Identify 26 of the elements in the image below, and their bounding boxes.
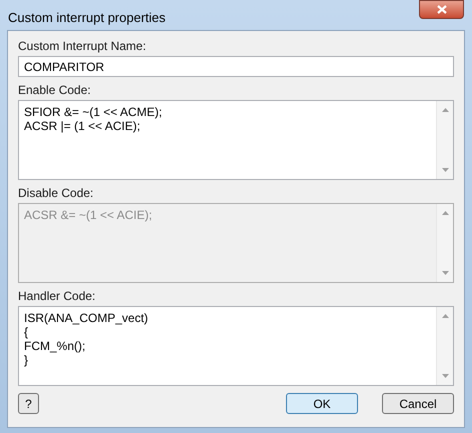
scroll-up-icon[interactable]: [442, 314, 448, 318]
code-line: FCM_%n();: [24, 339, 86, 353]
code-line: {: [24, 325, 28, 339]
field-label: Handler Code:: [18, 289, 96, 303]
code-line: SFIOR &= ~(1 << ACME);: [24, 105, 162, 119]
field-label: Disable Code:: [18, 186, 94, 200]
help-button[interactable]: ?: [18, 393, 39, 414]
code-line: ACSR &= ~(1 << ACIE);: [24, 208, 152, 222]
field-label: Custom Interrupt Name:: [18, 39, 148, 53]
field-label: Enable Code:: [18, 83, 92, 97]
scroll-down-icon[interactable]: [442, 374, 448, 378]
code-textarea[interactable]: SFIOR &= ~(1 << ACME); ACSR |= (1 << ACIE);: [18, 100, 454, 180]
code-line: ISR(ANA_COMP_vect): [24, 311, 148, 325]
code-line: ACSR |= (1 << ACIE);: [24, 119, 140, 133]
window-title: Custom interrupt properties: [8, 9, 166, 27]
close-icon[interactable]: [436, 5, 446, 14]
scroll-down-icon[interactable]: [442, 168, 448, 172]
scroll-up-icon[interactable]: [442, 108, 448, 112]
scrollbar[interactable]: [436, 101, 453, 179]
close-button[interactable]: [419, 0, 464, 19]
code-line: }: [24, 353, 28, 367]
scrollbar[interactable]: [436, 307, 453, 385]
dialog-button[interactable]: OK: [286, 393, 358, 414]
name-input[interactable]: COMPARITOR: [18, 56, 454, 77]
dialog-button[interactable]: Cancel: [382, 393, 454, 414]
code-textarea[interactable]: ISR(ANA_COMP_vect) { FCM_%n(); }: [18, 306, 454, 386]
